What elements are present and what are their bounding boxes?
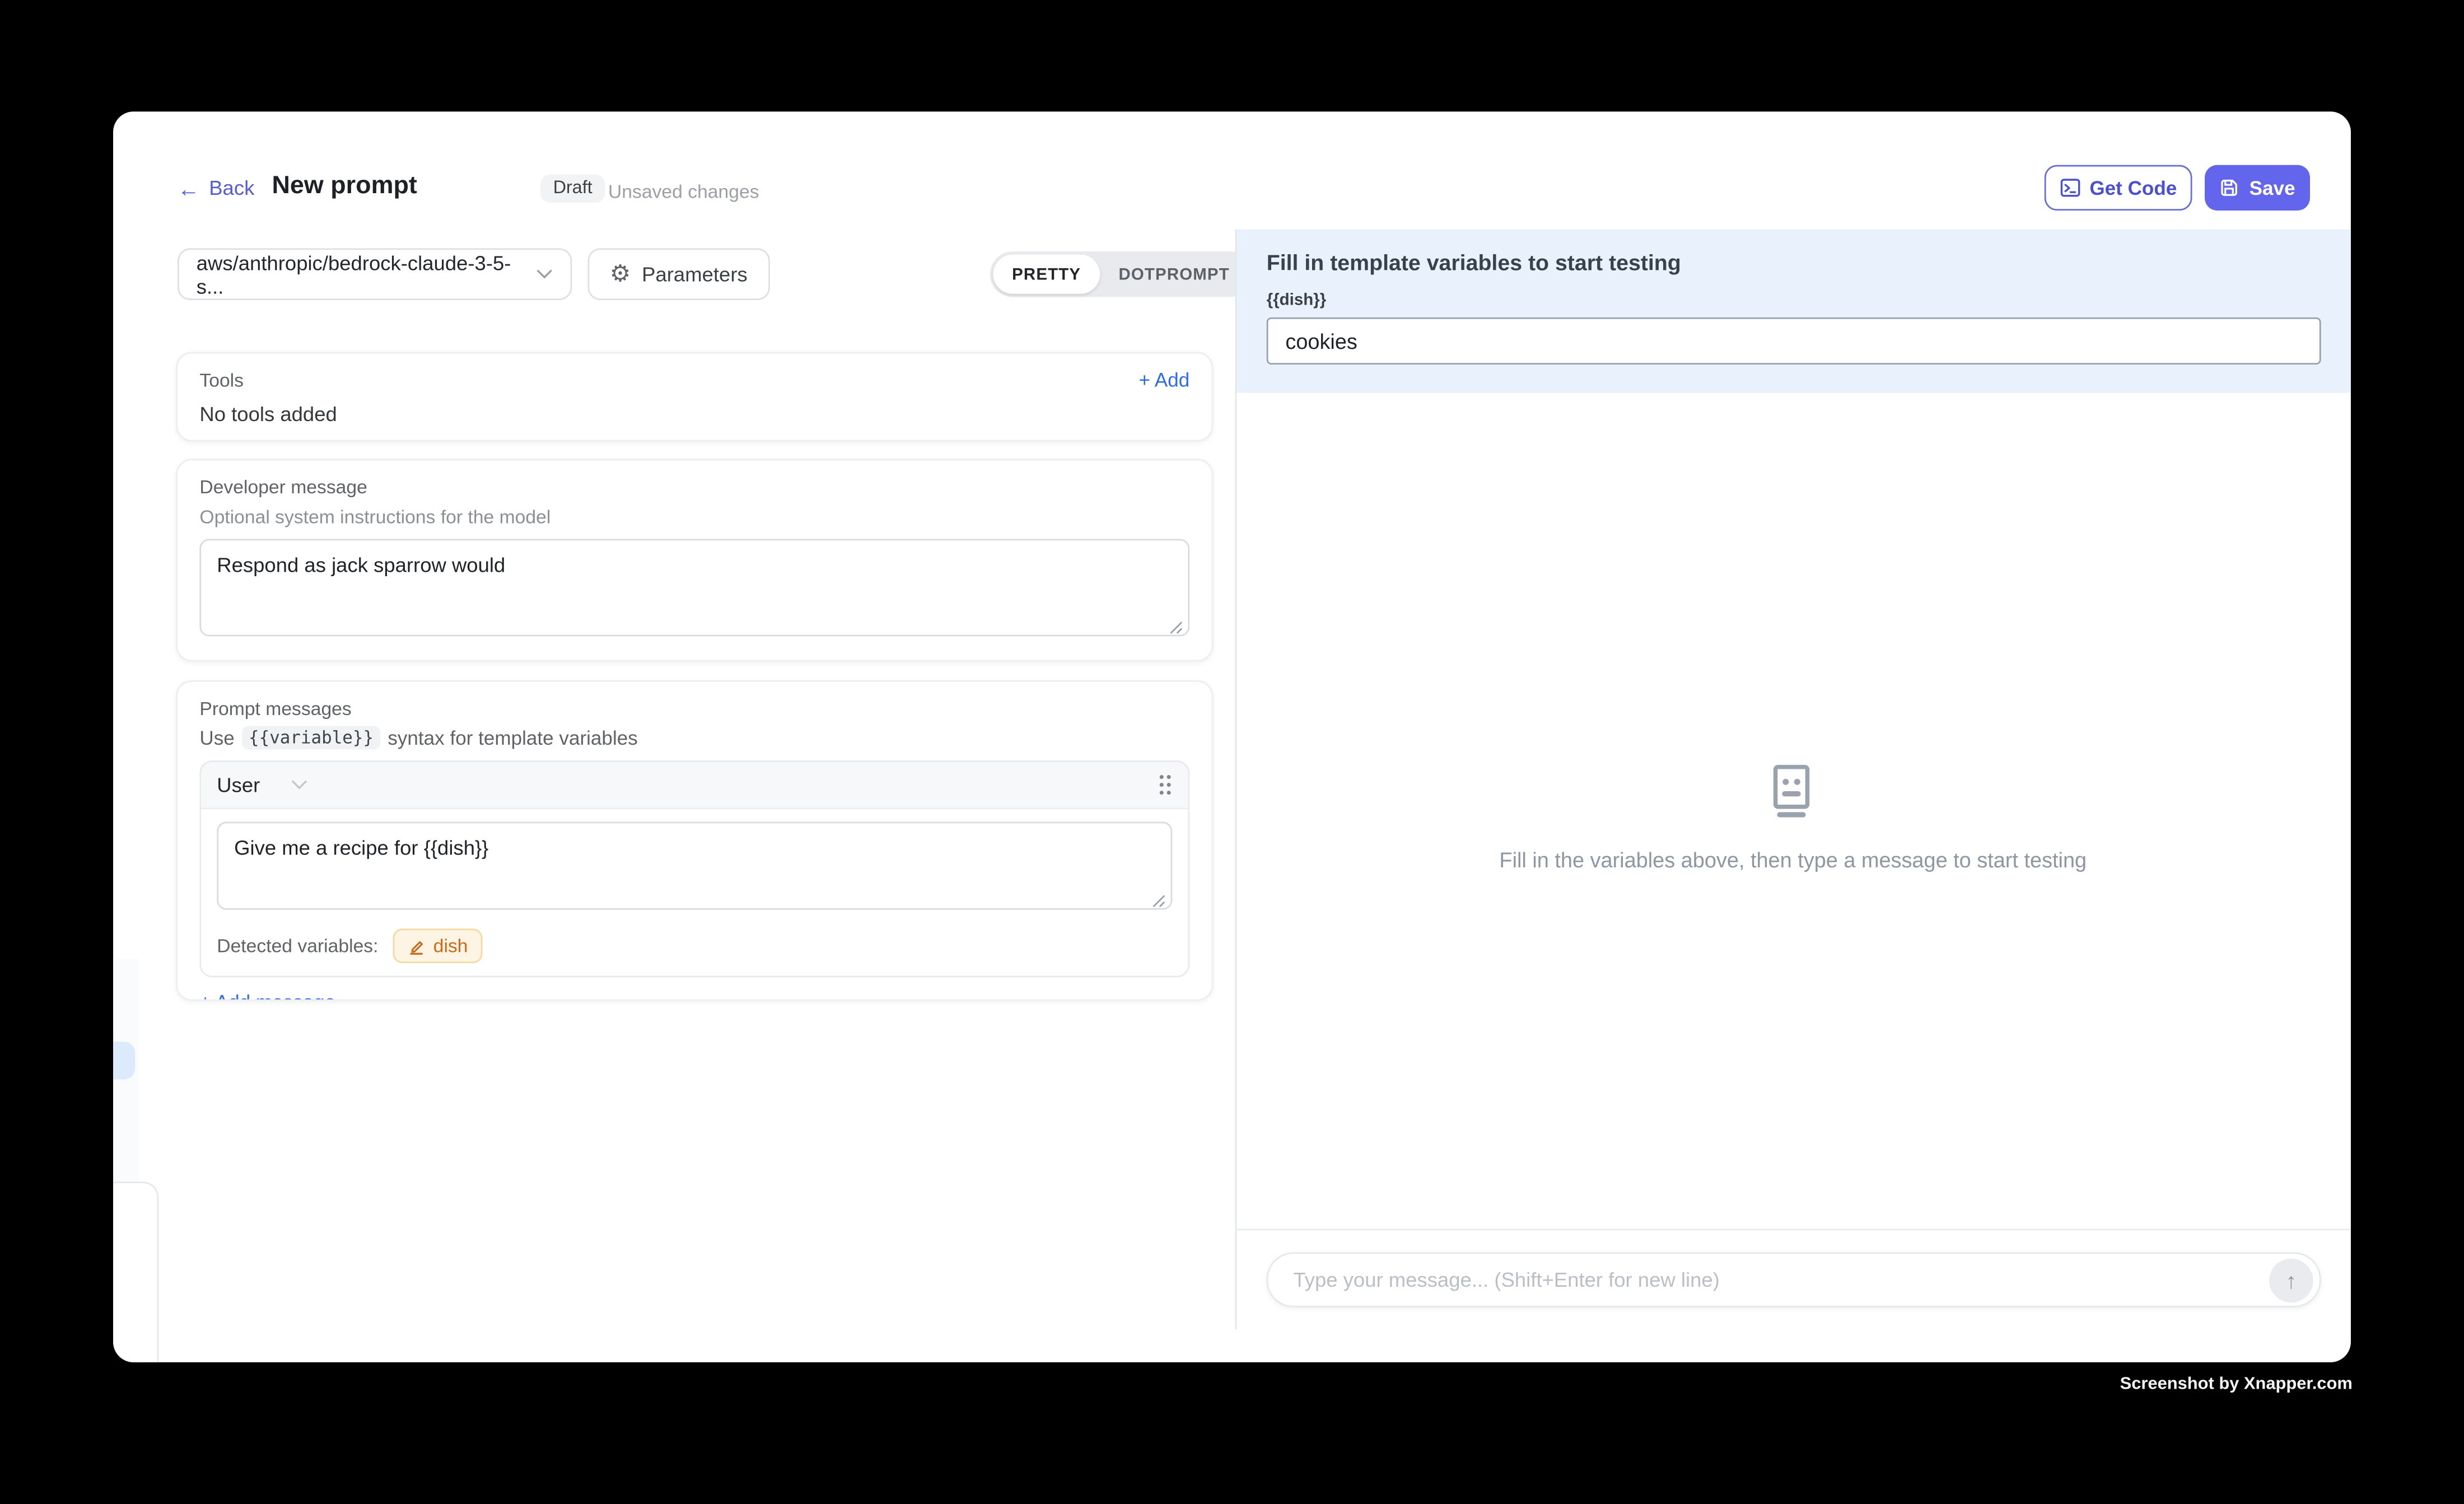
terminal-icon: [2060, 178, 2080, 198]
syntax-suffix: syntax for template variables: [388, 727, 637, 749]
developer-message-subtitle: Optional system instructions for the mod…: [199, 506, 1189, 528]
message-header: User: [201, 762, 1188, 809]
toggle-dotprompt[interactable]: DOTPROMPT: [1100, 255, 1249, 294]
developer-message-title: Developer message: [199, 476, 1189, 498]
back-arrow-icon: ←: [178, 177, 199, 199]
chevron-down-icon: [291, 779, 309, 791]
save-icon: [2219, 178, 2239, 198]
screenshot-stage: ← Back New prompt Draft Unsaved changes …: [0, 0, 2464, 1503]
detected-variables-row: Detected variables: dish: [217, 928, 1172, 963]
syntax-token: {{variable}}: [242, 726, 380, 749]
tools-card: Tools + Add No tools added: [176, 352, 1213, 442]
tester-empty-text: Fill in the variables above, then type a…: [1235, 848, 2351, 872]
tools-title: Tools: [199, 369, 244, 391]
model-selector[interactable]: aws/anthropic/bedrock-claude-3-5-s...: [178, 248, 572, 300]
view-mode-toggle: PRETTY DOTPROMPT: [990, 251, 1252, 297]
variable-chip-dish[interactable]: dish: [393, 928, 482, 963]
parameters-button[interactable]: ⚙ Parameters: [587, 248, 769, 300]
variable-value-input[interactable]: [1267, 317, 2321, 365]
prompt-message-block: User Give me a: [199, 760, 1189, 977]
app-window: ← Back New prompt Draft Unsaved changes …: [113, 111, 2351, 1362]
syntax-prefix: Use: [199, 727, 234, 749]
role-selector-value: User: [217, 773, 260, 797]
watermark-text: Screenshot by Xnapper.com: [0, 1375, 2353, 1394]
get-code-button[interactable]: Get Code: [2045, 165, 2192, 211]
developer-message-card: Developer message Optional system instru…: [176, 459, 1213, 661]
back-button[interactable]: ← Back: [178, 176, 254, 199]
developer-message-textarea[interactable]: Respond as jack sparrow would: [199, 539, 1189, 636]
get-code-label: Get Code: [2089, 177, 2177, 199]
variable-input-label: {{dish}}: [1267, 291, 2321, 310]
prompt-messages-card: Prompt messages Use {{variable}} syntax …: [176, 680, 1213, 1001]
save-label: Save: [2250, 177, 2295, 199]
clipped-sidebar-selection: [113, 1041, 135, 1079]
robot-face-icon: [1762, 760, 1822, 820]
role-selector[interactable]: User: [217, 773, 309, 797]
add-message-button[interactable]: + Add message: [199, 992, 335, 1001]
parameters-label: Parameters: [642, 263, 748, 286]
template-variables-banner: Fill in template variables to start test…: [1236, 230, 2351, 393]
toggle-pretty[interactable]: PRETTY: [993, 255, 1099, 294]
send-button[interactable]: ↑: [2269, 1258, 2313, 1302]
back-label: Back: [209, 176, 254, 199]
chat-divider: [1235, 1229, 2351, 1230]
tools-empty-text: No tools added: [199, 402, 1189, 426]
banner-title: Fill in template variables to start test…: [1267, 250, 2321, 275]
save-button[interactable]: Save: [2205, 165, 2310, 211]
clipped-popover-stub: [113, 1181, 158, 1362]
status-badge: Draft: [540, 174, 605, 203]
chat-message-input[interactable]: [1293, 1268, 2269, 1292]
drag-handle-icon[interactable]: [1158, 773, 1172, 797]
gear-icon: ⚙: [610, 263, 631, 286]
page-title: New prompt: [272, 173, 417, 202]
variable-chip-label: dish: [433, 935, 468, 957]
panel-divider: [1235, 230, 1237, 1329]
chevron-down-icon: [536, 269, 553, 280]
add-tool-button[interactable]: + Add: [1139, 369, 1190, 391]
chat-input-bar: ↑: [1267, 1252, 2321, 1307]
syntax-hint: Use {{variable}} syntax for template var…: [199, 726, 1189, 749]
message-body: Give me a recipe for {{dish}} Detected v…: [201, 809, 1188, 975]
message-textarea[interactable]: Give me a recipe for {{dish}}: [217, 822, 1172, 910]
model-selector-value: aws/anthropic/bedrock-claude-3-5-s...: [197, 251, 536, 298]
send-arrow-icon: ↑: [2286, 1267, 2297, 1292]
prompt-messages-title: Prompt messages: [199, 698, 1189, 720]
unsaved-changes-text: Unsaved changes: [608, 181, 759, 203]
detected-variables-label: Detected variables:: [217, 935, 378, 957]
edit-pencil-icon: [407, 936, 426, 955]
